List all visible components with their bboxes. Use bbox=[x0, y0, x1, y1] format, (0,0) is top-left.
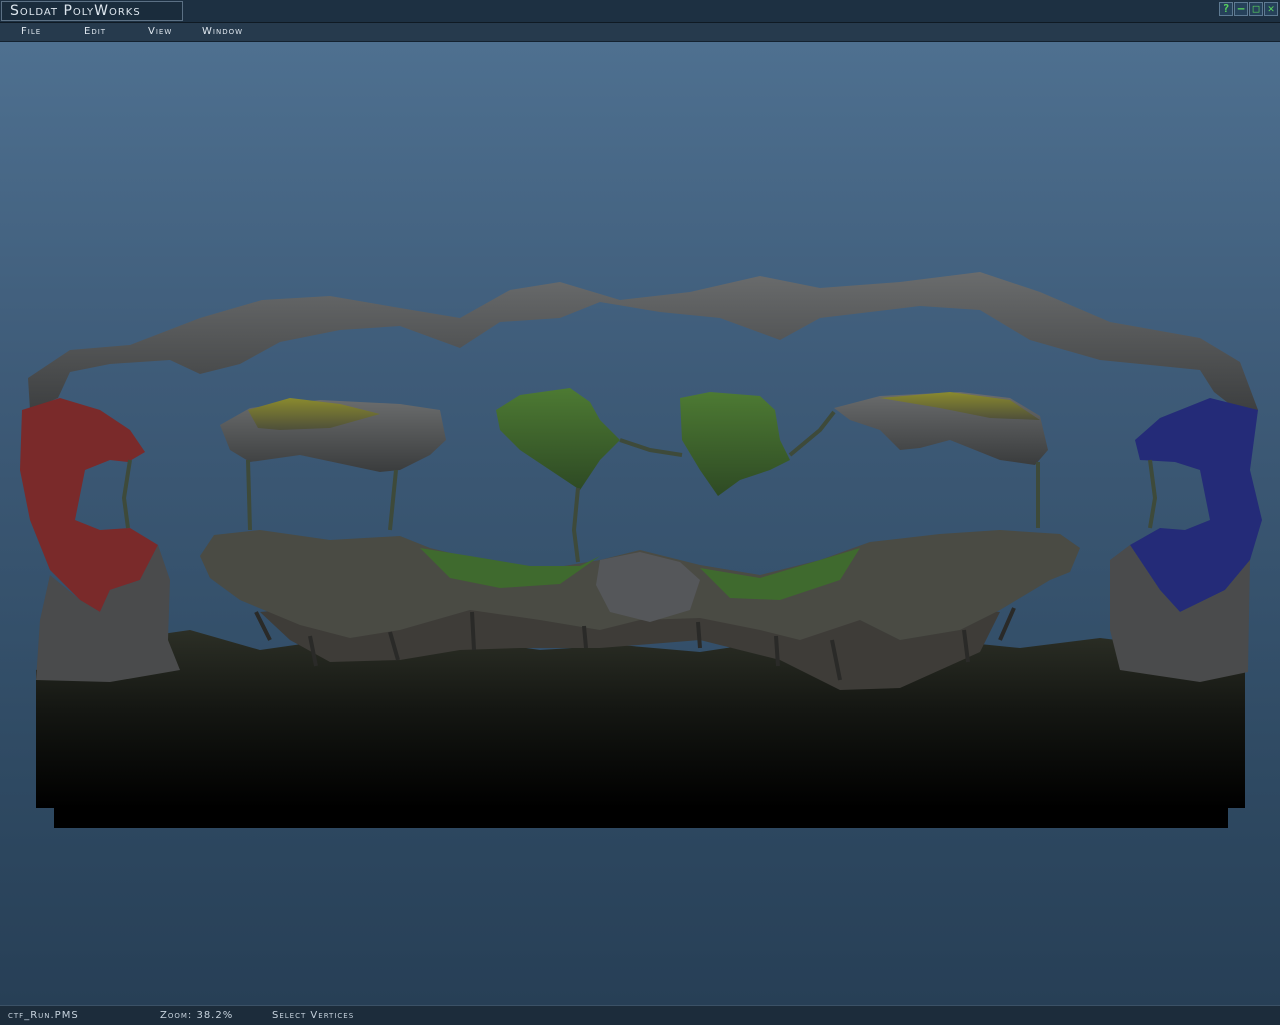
status-zoom: Zoom: 38.2% bbox=[160, 1010, 234, 1021]
status-bar: ctf_Run.PMS Zoom: 38.2% Select Vertices bbox=[0, 1005, 1280, 1025]
status-filename: ctf_Run.PMS bbox=[8, 1010, 79, 1021]
window-controls: ? – □ ✕ bbox=[1219, 2, 1278, 16]
island-center-right bbox=[680, 392, 790, 496]
window-title: Soldat PolyWorks bbox=[1, 1, 183, 21]
maximize-button[interactable]: □ bbox=[1249, 2, 1263, 16]
status-tool: Select Vertices bbox=[272, 1010, 355, 1021]
minimize-button[interactable]: – bbox=[1234, 2, 1248, 16]
menu-file[interactable]: File bbox=[21, 23, 41, 41]
menu-bar: File Edit View Window bbox=[0, 23, 1280, 42]
menu-edit[interactable]: Edit bbox=[84, 23, 106, 41]
close-button[interactable]: ✕ bbox=[1264, 2, 1278, 16]
menu-view[interactable]: View bbox=[148, 23, 172, 41]
top-arch bbox=[28, 272, 1258, 420]
menu-window[interactable]: Window bbox=[202, 23, 243, 41]
help-button[interactable]: ? bbox=[1219, 2, 1233, 16]
lower-ground bbox=[36, 630, 1245, 808]
map-view bbox=[20, 272, 1262, 828]
map-canvas[interactable] bbox=[0, 42, 1280, 1005]
island-center-left bbox=[496, 388, 620, 490]
title-bar: Soldat PolyWorks ? – □ ✕ bbox=[0, 0, 1280, 23]
red-base bbox=[20, 398, 158, 612]
